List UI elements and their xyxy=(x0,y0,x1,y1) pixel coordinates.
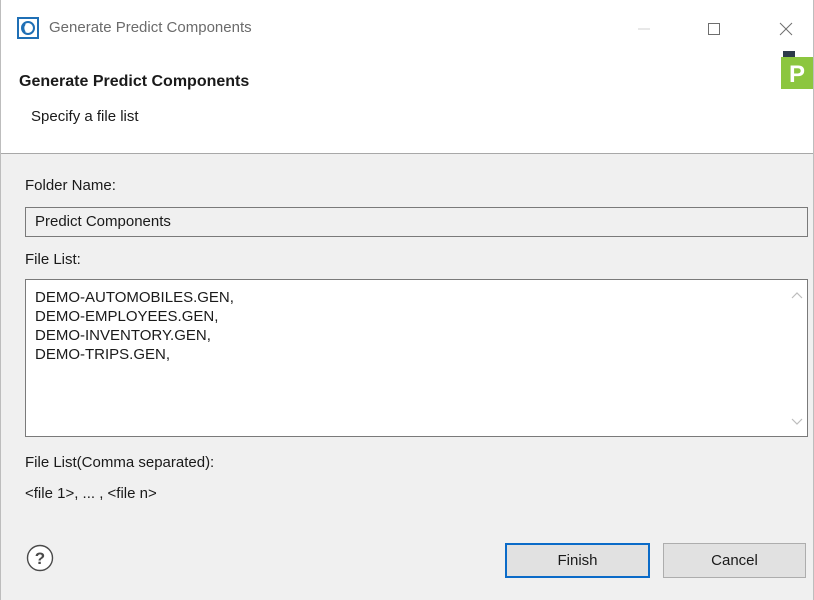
finish-button[interactable]: Finish xyxy=(505,543,650,578)
cancel-button[interactable]: Cancel xyxy=(663,543,806,578)
file-list-label: File List: xyxy=(25,251,81,268)
minimize-icon xyxy=(638,28,650,30)
help-icon[interactable]: ? xyxy=(25,543,55,573)
close-icon xyxy=(779,22,793,36)
banner-description: Specify a file list xyxy=(31,108,139,125)
wizard-banner: Generate Predict Components Specify a fi… xyxy=(1,51,813,154)
svg-text:?: ? xyxy=(35,549,45,568)
window-title: Generate Predict Components xyxy=(49,19,252,36)
file-list-line: DEMO-AUTOMOBILES.GEN, xyxy=(35,289,234,306)
folder-name-field[interactable]: Predict Components xyxy=(25,207,808,237)
file-list-line: DEMO-TRIPS.GEN, xyxy=(35,346,171,363)
minimize-button[interactable] xyxy=(621,0,667,58)
scroll-down-arrow-icon[interactable] xyxy=(791,417,803,427)
app-icon xyxy=(17,17,39,39)
dialog-window: Generate Predict Components Generate Pre… xyxy=(0,0,814,600)
close-button[interactable] xyxy=(763,0,809,58)
file-list-textarea[interactable]: DEMO-AUTOMOBILES.GEN, DEMO-EMPLOYEES.GEN… xyxy=(25,279,808,437)
file-list-content: DEMO-AUTOMOBILES.GEN, DEMO-EMPLOYEES.GEN… xyxy=(35,288,234,364)
file-list-line: DEMO-EMPLOYEES.GEN, xyxy=(35,308,219,325)
maximize-icon xyxy=(708,23,720,35)
file-list-line: DEMO-INVENTORY.GEN, xyxy=(35,327,211,344)
predict-logo-icon: P xyxy=(781,51,813,89)
file-list-scrollbar[interactable] xyxy=(787,280,807,436)
folder-name-label: Folder Name: xyxy=(25,177,116,194)
title-bar: Generate Predict Components xyxy=(1,0,813,58)
scroll-up-arrow-icon[interactable] xyxy=(791,290,803,300)
banner-title: Generate Predict Components xyxy=(19,73,250,90)
maximize-button[interactable] xyxy=(691,0,737,58)
logo-letter: P xyxy=(789,61,805,88)
file-list-hint-label: File List(Comma separated): xyxy=(25,454,215,471)
file-list-hint-example: <file 1>, ... , <file n> xyxy=(25,485,157,502)
